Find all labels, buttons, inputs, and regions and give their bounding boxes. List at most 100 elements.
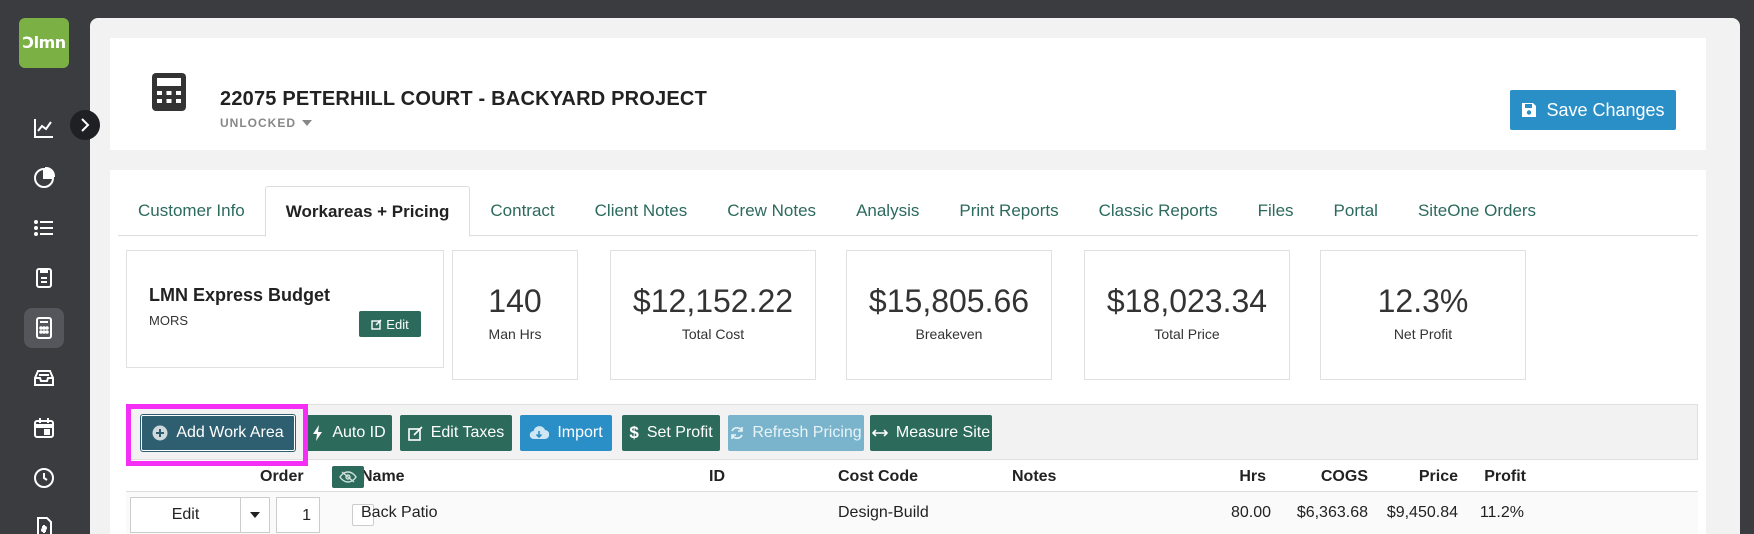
edit-taxes-label: Edit Taxes [430,424,505,441]
stat-total-cost: $12,152.22 Total Cost [610,250,816,380]
column-name[interactable]: Name [361,468,405,486]
clipboard-icon[interactable] [24,258,64,298]
tab-portal[interactable]: Portal [1314,186,1398,236]
list-icon[interactable] [24,208,64,248]
save-changes-label: Save Changes [1546,99,1665,120]
stat-man-hrs: 140 Man Hrs [452,250,578,380]
main-panel: 22075 PETERHILL COURT - BACKYARD PROJECT… [90,18,1740,534]
page-title: 22075 PETERHILL COURT - BACKYARD PROJECT [220,88,707,110]
caret-down-icon [302,120,312,126]
clock-icon[interactable] [24,458,64,498]
tab-analysis[interactable]: Analysis [836,186,939,236]
tab-print-reports[interactable]: Print Reports [939,186,1078,236]
table-row: Edit 1 Back Patio Design-Build 80.00 $6,… [126,492,1698,534]
set-profit-label: Set Profit [646,424,713,441]
stat-value: $15,805.66 [868,283,1030,319]
inbox-icon[interactable] [24,358,64,398]
chevron-right-icon [81,118,90,132]
row-name: Back Patio [361,504,438,521]
plus-circle-icon [152,425,168,441]
stat-total-price: $18,023.34 Total Price [1084,250,1290,380]
expand-sidebar-button[interactable] [70,110,100,140]
budget-title: LMN Express Budget [149,285,331,305]
tab-bar: Customer Info Workareas + Pricing Contra… [118,186,1698,237]
calendar-icon[interactable] [24,408,64,448]
measure-site-button[interactable]: Measure Site [870,415,992,451]
arrows-horizontal-icon [871,429,888,437]
lock-status-label: UNLOCKED [220,116,296,130]
row-cost-code: Design-Build [838,504,929,521]
tab-classic-reports[interactable]: Classic Reports [1079,186,1238,236]
caret-down-icon [250,512,260,518]
refresh-pricing-label: Refresh Pricing [752,424,862,441]
tab-client-notes[interactable]: Client Notes [575,186,708,236]
column-cost-code[interactable]: Cost Code [838,468,918,486]
calculator-icon [152,73,186,111]
edit-icon [407,425,423,441]
line-chart-icon[interactable] [24,108,64,148]
column-cogs[interactable]: COGS [1286,468,1368,486]
edit-taxes-button[interactable]: Edit Taxes [400,415,512,451]
eye-slash-icon [339,471,357,483]
auto-id-label: Auto ID [332,424,386,441]
tab-siteone-orders[interactable]: SiteOne Orders [1398,186,1556,236]
save-changes-button[interactable]: Save Changes [1510,90,1676,130]
sidebar: Ɔlmn [0,0,88,534]
budget-card: LMN Express Budget MORS Edit [126,250,444,368]
row-hrs: 80.00 [1230,504,1271,521]
tab-workareas-pricing[interactable]: Workareas + Pricing [264,186,471,237]
add-work-area-label: Add Work Area [176,424,284,441]
stat-value: $18,023.34 [1106,283,1268,319]
set-profit-button[interactable]: $ Set Profit [622,415,720,451]
stat-label: Total Cost [681,326,745,342]
refresh-icon [731,427,744,439]
stat-label: Net Profit [1393,326,1453,342]
edit-budget-label: Edit [386,316,409,332]
save-icon [1522,103,1537,117]
cloud-download-icon [530,426,550,440]
row-price: $9,450.84 [1386,504,1458,521]
edit-budget-button[interactable]: Edit [359,311,421,337]
add-work-area-button[interactable]: Add Work Area [140,414,296,452]
column-price[interactable]: Price [1376,468,1458,486]
stat-value: $12,152.22 [632,283,794,319]
stat-label: Breakeven [915,326,983,342]
edit-icon [371,319,382,330]
import-button[interactable]: Import [520,415,612,451]
project-header: 22075 PETERHILL COURT - BACKYARD PROJECT… [110,38,1706,150]
column-profit[interactable]: Profit [1466,468,1526,486]
column-order[interactable]: Order [260,468,304,486]
order-input[interactable]: 1 [276,497,320,533]
refresh-pricing-button[interactable]: Refresh Pricing [728,415,864,451]
tab-customer-info[interactable]: Customer Info [118,186,265,236]
lock-status-dropdown[interactable]: UNLOCKED [220,116,312,130]
bolt-icon [313,425,323,441]
tab-contract[interactable]: Contract [470,186,574,236]
stat-label: Man Hrs [488,326,542,342]
budget-subtitle: MORS [149,313,188,328]
column-id[interactable]: ID [709,468,725,486]
auto-id-button[interactable]: Auto ID [306,415,392,451]
stat-breakeven: $15,805.66 Breakeven [846,250,1052,380]
row-edit-button[interactable]: Edit [130,497,240,533]
row-profit: 11.2% [1479,504,1524,521]
estimate-content: Customer Info Workareas + Pricing Contra… [110,170,1706,534]
tab-files[interactable]: Files [1238,186,1314,236]
stat-value: 140 [488,283,542,319]
row-actions-dropdown[interactable] [240,497,270,533]
stat-label: Total Price [1154,326,1220,342]
row-cogs: $6,363.68 [1296,504,1368,521]
stat-value: 12.3% [1377,283,1469,319]
pie-chart-icon[interactable] [24,158,64,198]
toggle-hidden-button[interactable] [332,466,364,488]
tab-crew-notes[interactable]: Crew Notes [707,186,836,236]
measure-site-label: Measure Site [895,424,991,441]
calculator-icon[interactable] [24,308,64,348]
stat-net-profit: 12.3% Net Profit [1320,250,1526,380]
invoice-icon[interactable] [24,508,64,534]
column-notes[interactable]: Notes [1012,468,1056,486]
import-label: Import [557,424,603,441]
column-hrs[interactable]: Hrs [1206,468,1266,486]
lmn-logo[interactable]: Ɔlmn [19,18,69,68]
dollar-icon: $ [629,423,639,442]
